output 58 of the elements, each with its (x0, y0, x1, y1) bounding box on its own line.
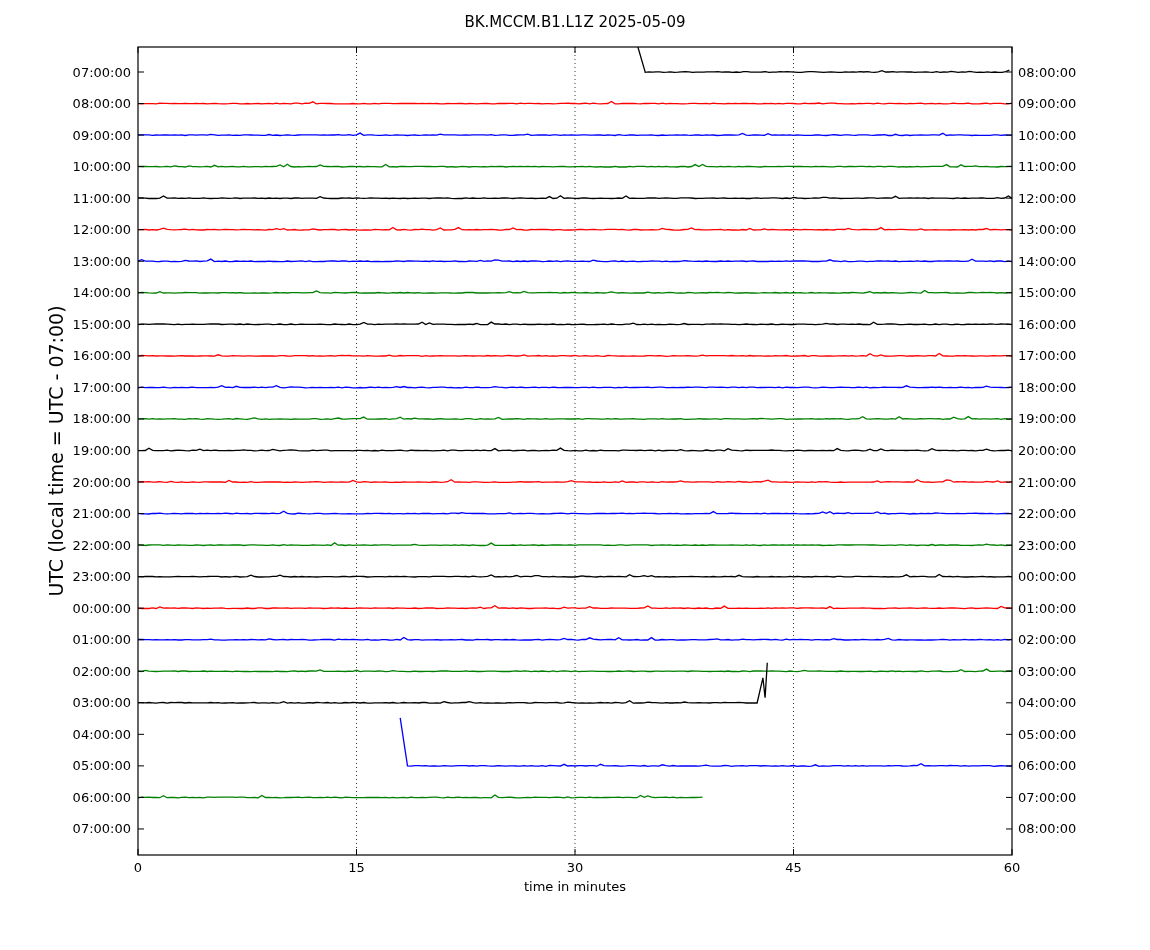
y-tick-label: 13:00:00 (72, 253, 131, 269)
y-tick-label: 04:00:00 (72, 726, 131, 742)
x-tick-label: 30 (566, 860, 584, 875)
y-tick-label: 14:00:00 (72, 285, 131, 301)
y-tick-label: 08:00:00 (1018, 821, 1077, 837)
y-tick-label: 09:00:00 (1018, 96, 1077, 112)
y-tick-label: 05:00:00 (1018, 726, 1077, 742)
y-axis-label: UTC (local time = UTC - 07:00) (45, 305, 67, 597)
y-tick-label: 07:00:00 (1018, 789, 1077, 805)
y-tick-label: 11:00:00 (1018, 159, 1077, 175)
y-tick-label: 21:00:00 (72, 506, 131, 522)
y-tick-label: 05:00:00 (72, 758, 131, 774)
y-tick-label: 00:00:00 (72, 600, 131, 616)
y-tick-label: 18:00:00 (1018, 379, 1077, 395)
y-tick-label: 11:00:00 (72, 190, 131, 206)
y-tick-label: 03:00:00 (1018, 663, 1077, 679)
y-tick-label: 23:00:00 (72, 569, 131, 585)
y-tick-label: 01:00:00 (1018, 600, 1077, 616)
y-tick-label: 20:00:00 (72, 474, 131, 490)
x-tick-label: 15 (348, 860, 365, 875)
y-tick-label: 10:00:00 (1018, 127, 1077, 143)
x-tick-label: 0 (133, 860, 143, 875)
y-tick-label: 06:00:00 (1018, 758, 1077, 774)
y-tick-label: 17:00:00 (1018, 348, 1077, 364)
y-tick-label: 04:00:00 (1018, 695, 1077, 711)
y-tick-label: 08:00:00 (1018, 64, 1077, 80)
y-tick-label: 16:00:00 (72, 348, 131, 364)
y-tick-label: 15:00:00 (72, 316, 131, 332)
y-tick-label: 12:00:00 (72, 222, 131, 238)
x-tick-label: 45 (785, 860, 802, 875)
y-tick-label: 00:00:00 (1018, 569, 1077, 585)
y-tick-label: 07:00:00 (72, 64, 131, 80)
y-tick-label: 15:00:00 (1018, 285, 1077, 301)
y-tick-label: 10:00:00 (72, 159, 131, 175)
y-tick-label: 19:00:00 (1018, 411, 1077, 427)
x-tick-label: 60 (1003, 860, 1021, 875)
y-tick-label: 01:00:00 (72, 632, 131, 648)
y-tick-label: 22:00:00 (1018, 506, 1077, 522)
y-tick-label: 22:00:00 (72, 537, 131, 553)
y-tick-label: 08:00:00 (72, 96, 131, 112)
y-tick-label: 02:00:00 (1018, 632, 1077, 648)
y-tick-label: 02:00:00 (72, 663, 131, 679)
y-tick-label: 07:00:00 (72, 821, 131, 837)
x-axis-label: time in minutes (523, 879, 627, 894)
y-tick-label: 14:00:00 (1018, 253, 1077, 269)
y-tick-label: 12:00:00 (1018, 190, 1077, 206)
y-tick-label: 16:00:00 (1018, 316, 1077, 332)
y-tick-label: 23:00:00 (1018, 537, 1077, 553)
y-tick-label: 19:00:00 (72, 443, 131, 458)
y-tick-label: 09:00:00 (72, 127, 131, 143)
chart-title: BK.MCCM.B1.L1Z 2025-05-09 (464, 13, 686, 31)
y-tick-label: 03:00:00 (72, 695, 131, 711)
y-tick-label: 13:00:00 (1018, 222, 1077, 238)
y-tick-label: 18:00:00 (72, 411, 131, 427)
y-tick-label: 20:00:00 (1018, 443, 1077, 458)
y-tick-label: 06:00:00 (72, 789, 131, 805)
y-tick-label: 17:00:00 (72, 379, 131, 395)
y-tick-label: 21:00:00 (1018, 474, 1077, 490)
